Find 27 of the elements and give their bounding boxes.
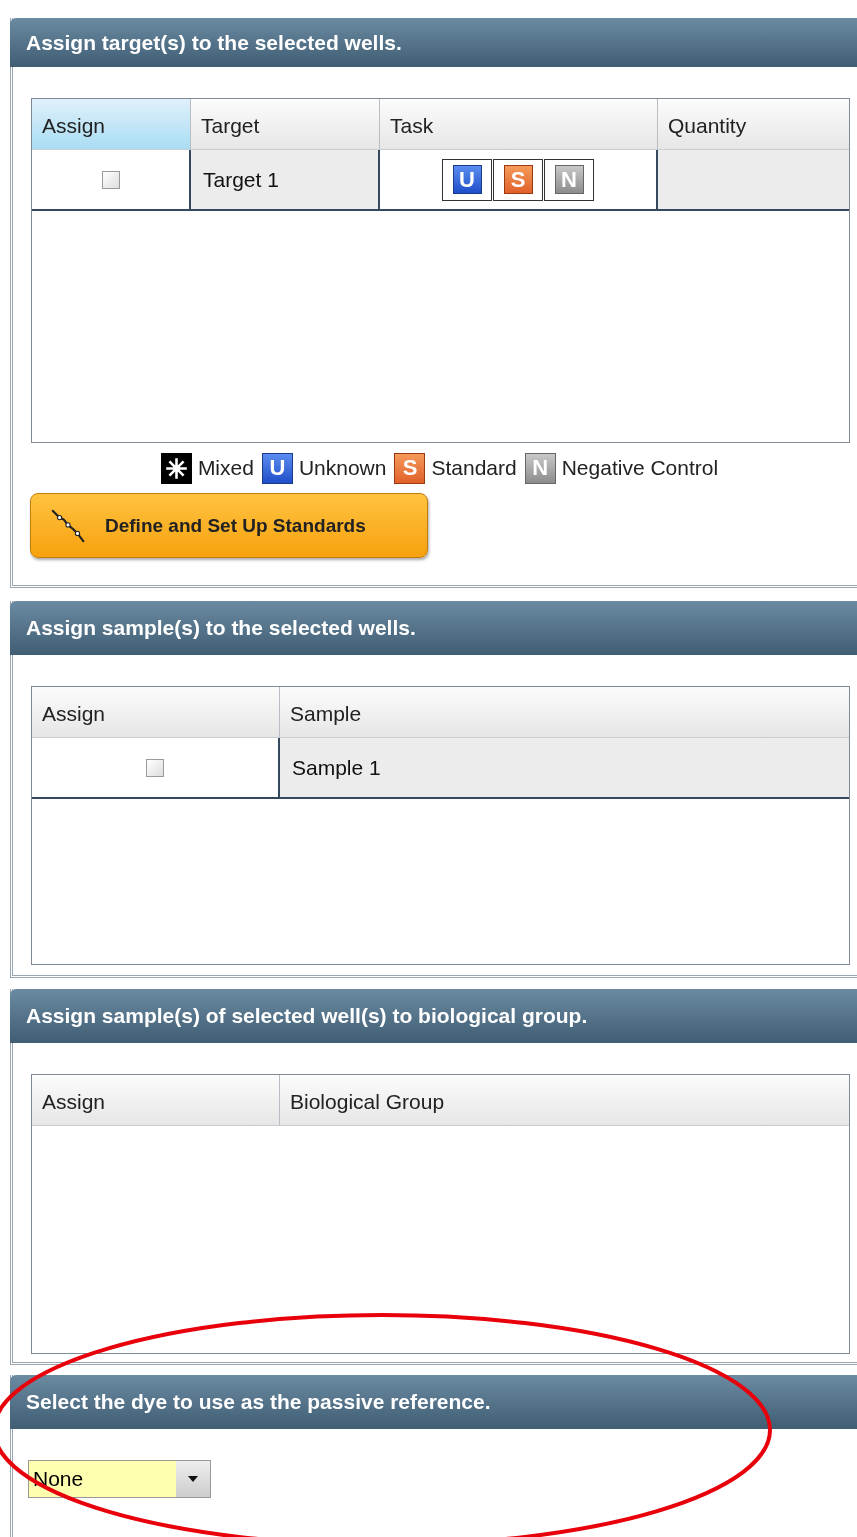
column-header[interactable]: Biological Group	[280, 1075, 849, 1126]
panel-title: Assign sample(s) of selected well(s) to biological group.	[10, 989, 857, 1043]
legend-label: Mixed	[197, 456, 254, 480]
define-standards-button[interactable]: Define and Set Up Standards	[30, 493, 428, 558]
panel-title: Assign target(s) to the selected wells.	[10, 18, 857, 67]
task-button[interactable]: U	[442, 158, 492, 201]
column-header[interactable]: Quantity	[658, 99, 849, 150]
legend-label: Unknown	[298, 456, 387, 480]
task-icon: N	[524, 452, 556, 484]
legend-label: Negative Control	[561, 456, 719, 480]
dye-dropdown[interactable]: None	[28, 1460, 211, 1498]
task-icon: U	[261, 452, 293, 484]
column-header[interactable]: Target	[191, 99, 380, 150]
column-header[interactable]: Assign	[32, 99, 191, 150]
caret-icon	[188, 1476, 198, 1482]
task-icon: S	[394, 452, 426, 484]
column-header[interactable]: Task	[380, 99, 658, 150]
column-header[interactable]: Assign	[32, 687, 280, 738]
table-cell: Sample 1	[280, 738, 849, 797]
panel-title: Select the dye to use as the passive reference.	[10, 1375, 857, 1429]
legend-label: Standard	[431, 456, 517, 480]
column-header[interactable]: Sample	[280, 687, 849, 738]
column-header[interactable]: Assign	[32, 1075, 280, 1126]
checkbox[interactable]	[146, 758, 164, 777]
panel-title: Assign sample(s) to the selected wells.	[10, 601, 857, 655]
checkbox[interactable]	[101, 170, 120, 189]
table-cell: Target 1	[191, 150, 380, 209]
